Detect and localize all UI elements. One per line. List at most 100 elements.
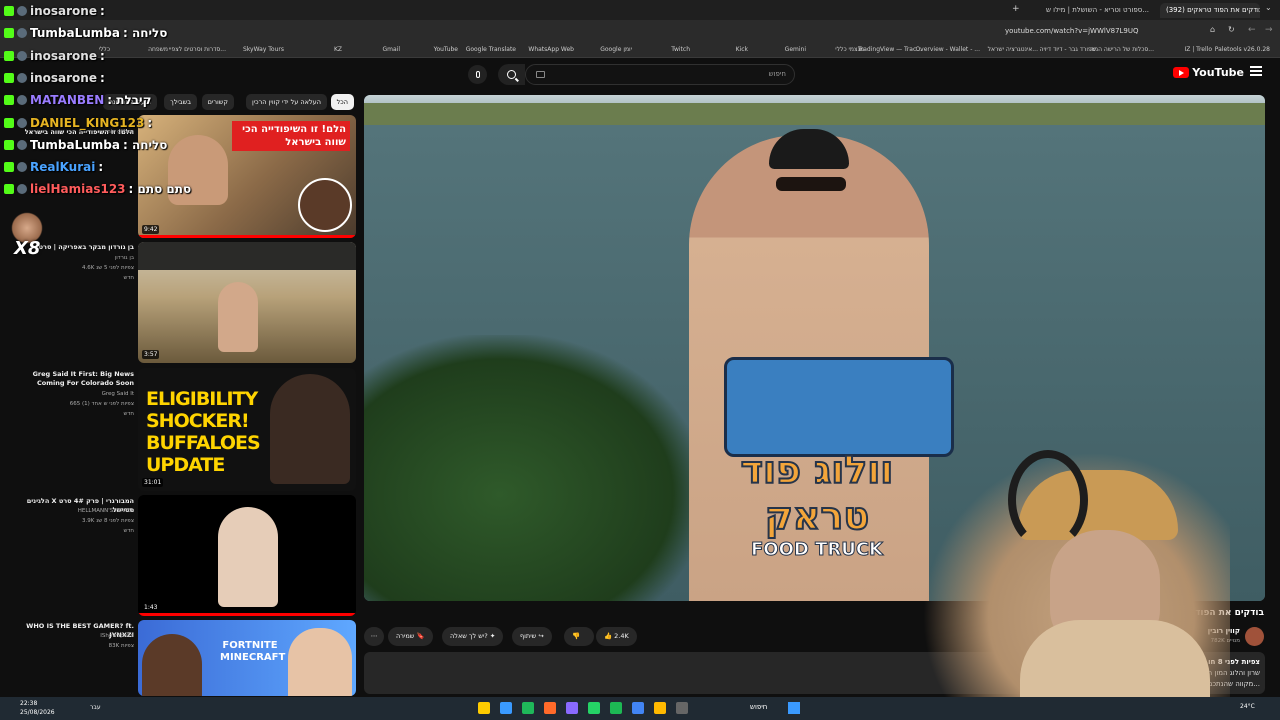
taskbar-app-icon[interactable]: [610, 702, 622, 714]
bookmark-item[interactable]: Gmail: [382, 44, 400, 56]
hamburger-menu-icon[interactable]: [1250, 66, 1262, 76]
rec-channel-3[interactable]: Greg Said It: [4, 390, 134, 398]
thumb-person-left: [142, 634, 202, 696]
thumb-headline: הלם! זו השיפודייה הכי שווה בישראל: [232, 121, 350, 151]
ask-button[interactable]: יש לך שאלה? ✦: [442, 627, 504, 646]
like-button[interactable]: 👍 2.4K: [596, 627, 637, 646]
bookmark-item[interactable]: TradingView — Trac...: [858, 44, 922, 56]
chat-username[interactable]: RealKurai: [30, 160, 95, 174]
bookmarks-bar: Paletools v26.0.28 IZ | Trello סכלות של הר…: [0, 42, 1280, 58]
url-field[interactable]: youtube.com/watch?v=jWWlV87L9UQ: [1005, 24, 1185, 38]
taskbar-app-icon[interactable]: [588, 702, 600, 714]
bookmark-item[interactable]: Overview - Wallet - ...: [915, 44, 980, 56]
chip-2[interactable]: קשורים: [201, 94, 234, 110]
video-plant: [364, 335, 704, 601]
bookmark-item[interactable]: WhatsApp Web: [528, 44, 574, 56]
taskbar-app-icon[interactable]: [544, 702, 556, 714]
new-tab-icon[interactable]: +: [1012, 4, 1020, 14]
user-badge-icon: [17, 72, 27, 83]
bookmark-item[interactable]: Kick: [736, 44, 748, 56]
chat-username[interactable]: lielHamias123: [30, 182, 126, 196]
taskbar-search[interactable]: חיפוש: [750, 703, 767, 711]
user-badge-icon: [17, 95, 27, 106]
rec-thumb-3[interactable]: ELIGIBILITY SHOCKER! BUFFALOES UPDATE 31…: [138, 368, 356, 491]
thumb-person: [270, 374, 350, 484]
bookmark-item[interactable]: KZ: [334, 44, 342, 56]
thumbs-up-icon: 👍: [604, 632, 613, 640]
chat-username[interactable]: inosarone: [30, 71, 97, 85]
taskbar-date[interactable]: 25/08/2026: [20, 709, 55, 716]
bookmark-item[interactable]: IZ | Trello: [1184, 44, 1212, 56]
weather-temp[interactable]: 24°C: [1240, 703, 1255, 710]
youtube-logo[interactable]: YouTube: [1173, 66, 1244, 79]
thumbs-down-icon: 👎: [572, 632, 581, 640]
chat-username[interactable]: DANIEL_KING123: [30, 116, 144, 130]
reload-icon[interactable]: ↻: [1228, 25, 1235, 34]
chat-text: :: [98, 160, 104, 175]
chip-1[interactable]: העלאה על ידי קווין הרכין: [245, 94, 327, 110]
forward-icon[interactable]: →: [1265, 25, 1273, 35]
channel-avatar[interactable]: [1245, 627, 1264, 646]
taskbar-app-icon[interactable]: [654, 702, 666, 714]
taskbar-app-icon[interactable]: [522, 702, 534, 714]
bookmark-item[interactable]: שפורד גבר - דיוד דיויה: [1040, 44, 1096, 56]
chip-0[interactable]: הכל: [330, 94, 354, 110]
chat-username[interactable]: TumbaLumba: [30, 138, 120, 152]
like-count: 2.4K: [614, 632, 629, 640]
rec-channel-5[interactable]: IShowSpeed: [4, 632, 134, 640]
dislike-button[interactable]: 👎: [564, 627, 594, 646]
bookmark-item[interactable]: Paletools v26.0.28: [1215, 44, 1270, 56]
taskbar-app-icon[interactable]: [566, 702, 578, 714]
search-button[interactable]: [498, 64, 525, 85]
bookmark-item[interactable]: מנצמי כללי: [835, 44, 864, 56]
chat-message: lielHamias123: סתם סתם: [4, 179, 191, 199]
tab-active[interactable]: (392) בודקים את הפוד טראקים...: [1160, 3, 1260, 18]
keyboard-icon[interactable]: [536, 71, 545, 78]
bookmark-item[interactable]: סדרות וסרטים לצפיי...: [169, 44, 226, 56]
new-badge: חדש: [123, 528, 135, 534]
tab-inactive[interactable]: ספורט וטריא - השושלת | מילו ש...: [1040, 3, 1155, 18]
bookmark-item[interactable]: משפחה: [148, 44, 168, 56]
taskbar-app-icon[interactable]: [632, 702, 644, 714]
home-icon[interactable]: ⌂: [1210, 25, 1215, 34]
rec-title-3[interactable]: Greg Said It First: Big News Coming For …: [4, 370, 134, 388]
youtube-play-icon: [1173, 67, 1190, 78]
thumb-person: [218, 507, 278, 607]
rec-thumb-4[interactable]: 1:43: [138, 495, 356, 616]
bookmark-item[interactable]: אינטגרציה ישראל...: [988, 44, 1038, 56]
share-button[interactable]: שיתוף ↪: [512, 627, 552, 646]
chip-3[interactable]: בשבילך: [164, 94, 197, 110]
bookmark-item[interactable]: Twitch: [671, 44, 690, 56]
chat-text: :: [99, 48, 105, 63]
voice-search-button[interactable]: [468, 65, 487, 84]
bookmark-item[interactable]: Google יומן: [600, 44, 632, 56]
windows-start-icon[interactable]: [788, 702, 800, 714]
search-input[interactable]: חיפוש: [525, 64, 795, 85]
chat-username[interactable]: inosarone: [30, 49, 97, 63]
more-actions-button[interactable]: ⋯: [364, 627, 384, 646]
taskbar-time[interactable]: 22:38: [20, 700, 37, 707]
chat-username[interactable]: TumbaLumba: [30, 26, 120, 40]
taskbar-app-icon[interactable]: [500, 702, 512, 714]
chevron-down-icon[interactable]: ⌄: [1265, 3, 1272, 12]
chat-username[interactable]: inosarone: [30, 4, 97, 18]
language-indicator[interactable]: עבר: [90, 704, 101, 711]
bookmark-item[interactable]: Gemini: [785, 44, 806, 56]
chat-message: inosarone:: [4, 68, 105, 88]
bookmark-item[interactable]: סכלות של הרישה המה...: [1090, 44, 1154, 56]
bookmark-item[interactable]: YouTube: [434, 44, 458, 56]
bookmark-item[interactable]: SkyWay Tours: [243, 44, 284, 56]
user-badge-icon: [17, 28, 27, 39]
save-button[interactable]: שמירה 🔖: [388, 627, 433, 646]
save-label: שמירה: [396, 632, 415, 640]
taskbar-app-icon[interactable]: [478, 702, 490, 714]
bookmark-item[interactable]: Google Translate: [466, 44, 516, 56]
back-icon[interactable]: ←: [1248, 25, 1256, 35]
more-dots-icon: ⋯: [370, 632, 378, 640]
rec-thumb-5[interactable]: FORTNITE MINECRAFT: [138, 620, 356, 696]
rec-thumb-1[interactable]: הלם! זו השיפודייה הכי שווה בישראל 9:42: [138, 115, 356, 238]
rec-thumb-2[interactable]: 3:57: [138, 242, 356, 363]
chat-username[interactable]: MATANBEN: [30, 93, 104, 107]
rec-channel-4[interactable]: HELLMANN'S ISRAEL: [4, 507, 134, 515]
taskbar-app-icon[interactable]: [676, 702, 688, 714]
